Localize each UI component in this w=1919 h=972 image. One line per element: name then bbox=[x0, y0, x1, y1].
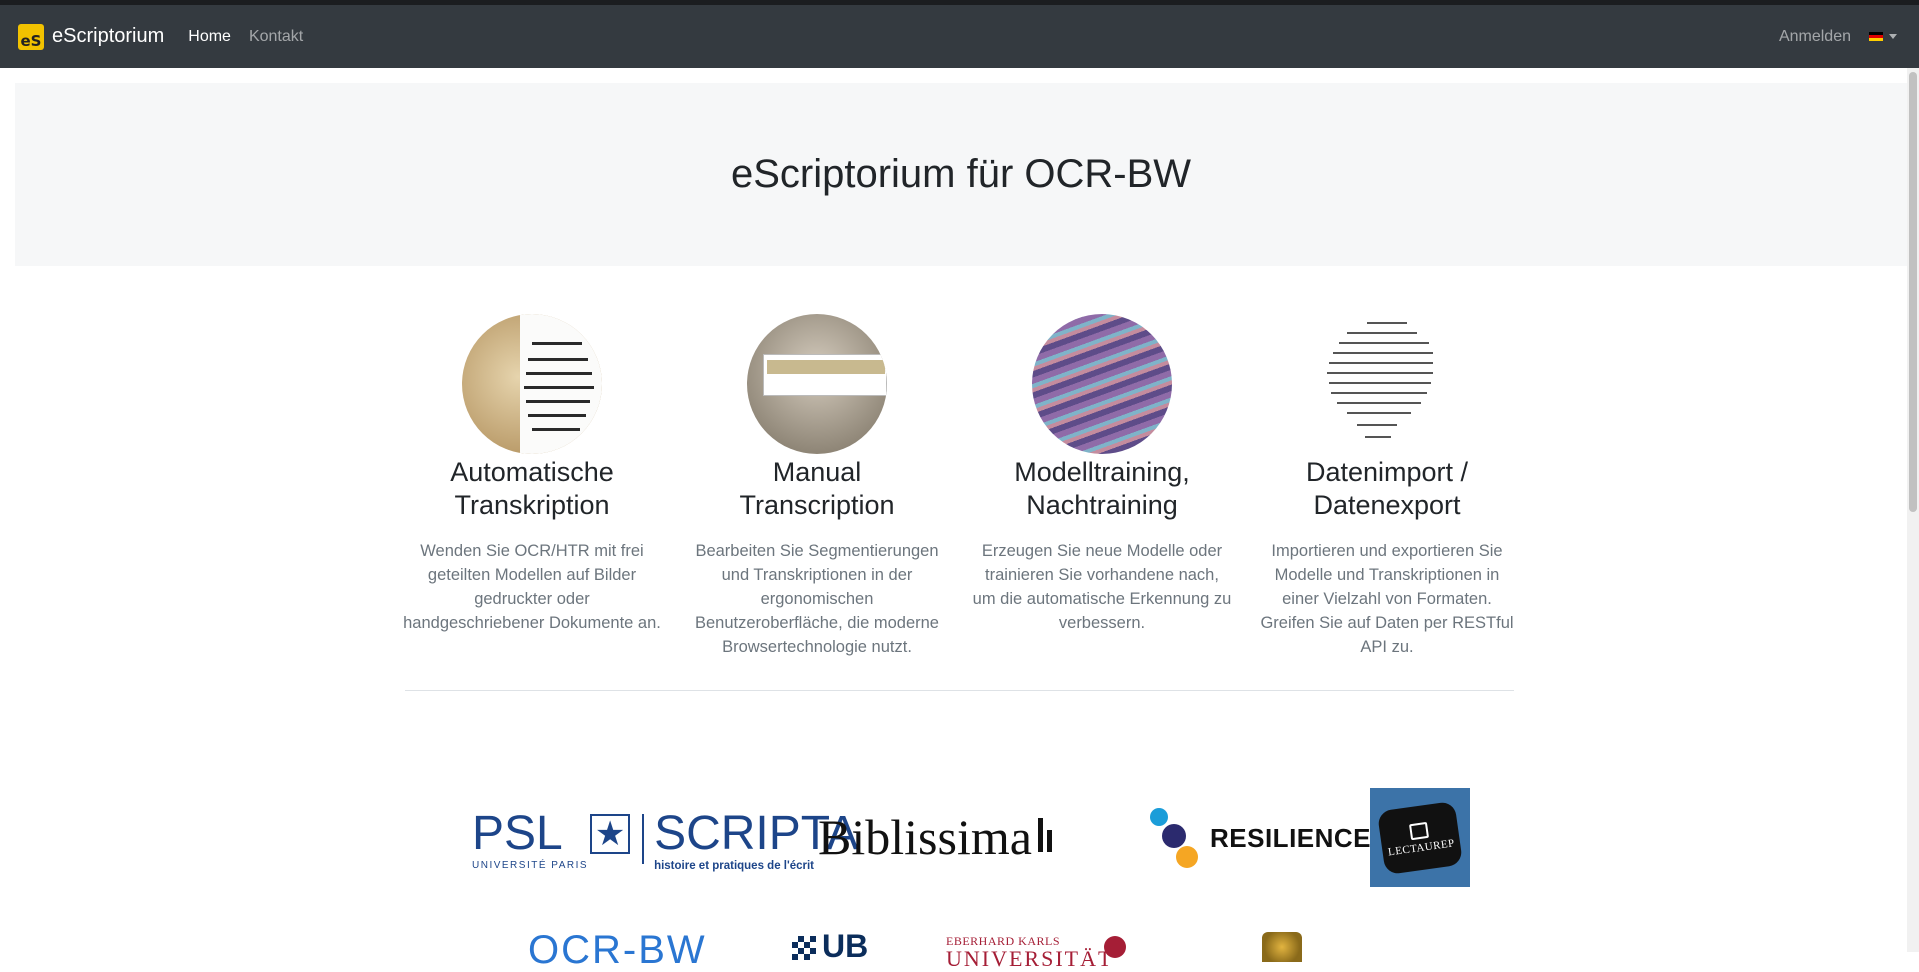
feature-title: Modelltraining, Nachtraining bbox=[1014, 457, 1190, 520]
logo-separator bbox=[642, 814, 645, 864]
feature-automatic-transcription: Automatische Transkription Wenden Sie OCR… bbox=[402, 314, 662, 635]
nav-home[interactable]: Home bbox=[188, 28, 231, 46]
brand-link[interactable]: eS eScriptorium bbox=[18, 23, 165, 50]
tuebingen-seal-icon bbox=[1104, 936, 1126, 958]
lectaurep-logo[interactable]: LECTAUREP bbox=[1370, 788, 1470, 887]
escriptorium-logo: eS bbox=[18, 23, 44, 50]
feature-manual-transcription: Manual Transcription Bearbeiten Sie Segme… bbox=[687, 314, 947, 659]
ocr-bw-logo[interactable]: OCR-BW bbox=[528, 930, 707, 970]
tuebingen-line2: UNIVERSITÄT bbox=[946, 946, 1114, 971]
feature-description: Wenden Sie OCR/HTR mit frei geteilten Mo… bbox=[403, 542, 661, 632]
resilience-dots-icon bbox=[1148, 806, 1208, 870]
navbar-right: Anmelden bbox=[1779, 5, 1897, 68]
biblissima-logo[interactable]: Biblissima bbox=[818, 812, 1056, 862]
login-link[interactable]: Anmelden bbox=[1779, 28, 1851, 46]
hero-banner: eScriptorium für OCR-BW bbox=[15, 83, 1907, 266]
psl-subtitle: UNIVERSITÉ PARIS bbox=[472, 860, 589, 871]
brand-logo-text: eS bbox=[20, 31, 42, 50]
manuscript-image bbox=[462, 314, 602, 454]
page-scrollbar[interactable] bbox=[1907, 68, 1919, 952]
language-dropdown[interactable] bbox=[1869, 31, 1897, 42]
brand-name: eScriptorium bbox=[52, 25, 165, 47]
page-title: eScriptorium für OCR-BW bbox=[730, 152, 1192, 196]
feature-description: Erzeugen Sie neue Modelle oder trainiere… bbox=[972, 542, 1232, 632]
feature-data-import-export: Datenimport / Datenexport Importieren und… bbox=[1257, 314, 1517, 659]
feature-description: Bearbeiten Sie Segmentierungen und Trans… bbox=[695, 542, 939, 656]
state-crest-logo[interactable] bbox=[1262, 932, 1302, 962]
ub-wordmark: UB bbox=[822, 928, 869, 964]
editor-screenshot-image bbox=[747, 314, 887, 454]
transcribed-text-image bbox=[1317, 314, 1457, 454]
biblissima-wordmark: Biblissima bbox=[818, 809, 1032, 865]
resilience-wordmark: RESILIENCE bbox=[1210, 822, 1372, 853]
psl-wordmark: PSL bbox=[472, 807, 563, 860]
nav-kontakt[interactable]: Kontakt bbox=[249, 28, 303, 46]
book-icon bbox=[1408, 820, 1429, 840]
section-divider bbox=[405, 690, 1514, 691]
ub-logo[interactable]: UB bbox=[792, 930, 868, 962]
ub-checker-icon bbox=[792, 936, 816, 960]
star-icon: ★ bbox=[590, 814, 631, 854]
psl-scripta-logo[interactable]: PSL UNIVERSITÉ PARIS ★ SCRIPTA histoire … bbox=[472, 807, 859, 873]
segmentation-image bbox=[1032, 314, 1172, 454]
feature-title: Automatische Transkription bbox=[450, 457, 614, 520]
resilience-logo[interactable]: RESILIENCE bbox=[1148, 806, 1371, 870]
biblissima-bars-icon bbox=[1037, 818, 1056, 852]
feature-description: Importieren und exportieren Sie Modelle … bbox=[1260, 542, 1514, 656]
de-flag-icon bbox=[1869, 31, 1883, 42]
chevron-down-icon bbox=[1889, 34, 1897, 39]
feature-model-training: Modelltraining, Nachtraining Erzeugen Sie… bbox=[972, 314, 1232, 635]
feature-title: Datenimport / Datenexport bbox=[1305, 457, 1469, 520]
top-navbar: eS eScriptorium Home Kontakt Anmelden bbox=[0, 5, 1919, 68]
scrollbar-thumb[interactable] bbox=[1909, 72, 1917, 512]
feature-title: Manual Transcription bbox=[739, 457, 895, 520]
lectaurep-wordmark: LECTAUREP bbox=[1387, 836, 1456, 858]
